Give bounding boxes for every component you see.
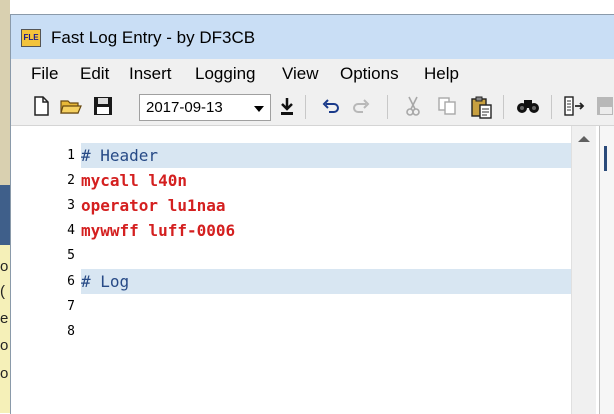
code-line[interactable] (81, 319, 571, 344)
code-line[interactable]: operator lu1naa (81, 193, 571, 218)
find-icon[interactable] (515, 95, 539, 119)
side-panel (599, 126, 614, 414)
line-number: 2 (67, 173, 75, 188)
app-window: FLE Fast Log Entry - by DF3CB File Edit … (10, 14, 614, 414)
menu-help[interactable]: Help (424, 64, 459, 84)
code-line[interactable]: mywwff luff-0006 (81, 218, 571, 243)
paste-icon[interactable] (469, 95, 493, 119)
toolbar-separator (551, 95, 552, 119)
line-number: 6 (67, 274, 75, 289)
toolbar-separator (305, 95, 306, 119)
vertical-scrollbar[interactable] (571, 126, 596, 414)
scroll-up-arrow-icon[interactable] (578, 136, 590, 142)
download-icon[interactable] (275, 95, 299, 119)
line-number: 3 (67, 198, 75, 213)
new-file-icon[interactable] (29, 95, 53, 119)
desktop-background: o ( e o o (0, 0, 10, 413)
line-number: 4 (67, 223, 75, 238)
save-log-icon[interactable] (595, 95, 613, 119)
title-bar[interactable]: FLE Fast Log Entry - by DF3CB (11, 15, 614, 59)
side-panel-marker (604, 146, 607, 171)
code-line-header[interactable]: # Header (81, 143, 571, 168)
open-folder-icon[interactable] (59, 95, 83, 119)
log-editor[interactable]: 1 2 3 4 5 6 7 8 # Header mycall l40n ope… (11, 126, 601, 414)
redo-icon[interactable] (349, 95, 373, 119)
menu-bar: File Edit Insert Logging View Options He… (11, 59, 614, 89)
menu-insert[interactable]: Insert (129, 64, 172, 84)
background-letter: ( (0, 283, 5, 300)
qso-icon[interactable] (563, 95, 587, 119)
menu-logging[interactable]: Logging (195, 64, 256, 84)
cut-icon[interactable] (401, 95, 425, 119)
chevron-down-icon[interactable] (254, 106, 264, 112)
undo-icon[interactable] (319, 95, 343, 119)
line-number: 1 (67, 148, 75, 163)
line-number: 7 (67, 299, 75, 314)
menu-edit[interactable]: Edit (80, 64, 109, 84)
code-line[interactable] (81, 243, 571, 268)
toolbar-separator (503, 95, 504, 119)
toolbar: 2017-09-13 (11, 89, 614, 126)
code-line-log[interactable]: # Log (81, 269, 571, 294)
date-picker[interactable]: 2017-09-13 (139, 94, 271, 121)
date-value: 2017-09-13 (146, 99, 223, 116)
window-title: Fast Log Entry - by DF3CB (51, 28, 256, 47)
line-number: 8 (67, 324, 75, 339)
menu-view[interactable]: View (282, 64, 319, 84)
background-letter: e (0, 310, 9, 327)
background-letter: o (0, 258, 9, 275)
line-number: 5 (67, 248, 75, 263)
menu-file[interactable]: File (31, 64, 58, 84)
code-line[interactable] (81, 294, 571, 319)
toolbar-separator (387, 95, 388, 119)
app-logo-icon: FLE (21, 29, 41, 47)
copy-icon[interactable] (435, 95, 459, 119)
line-number-gutter: 1 2 3 4 5 6 7 8 (11, 126, 79, 414)
code-line[interactable]: mycall l40n (81, 168, 571, 193)
background-letter: o (0, 365, 9, 382)
desktop-window-fragment (0, 185, 10, 245)
background-letter: o (0, 337, 9, 354)
menu-options[interactable]: Options (340, 64, 399, 84)
save-icon[interactable] (91, 95, 115, 119)
